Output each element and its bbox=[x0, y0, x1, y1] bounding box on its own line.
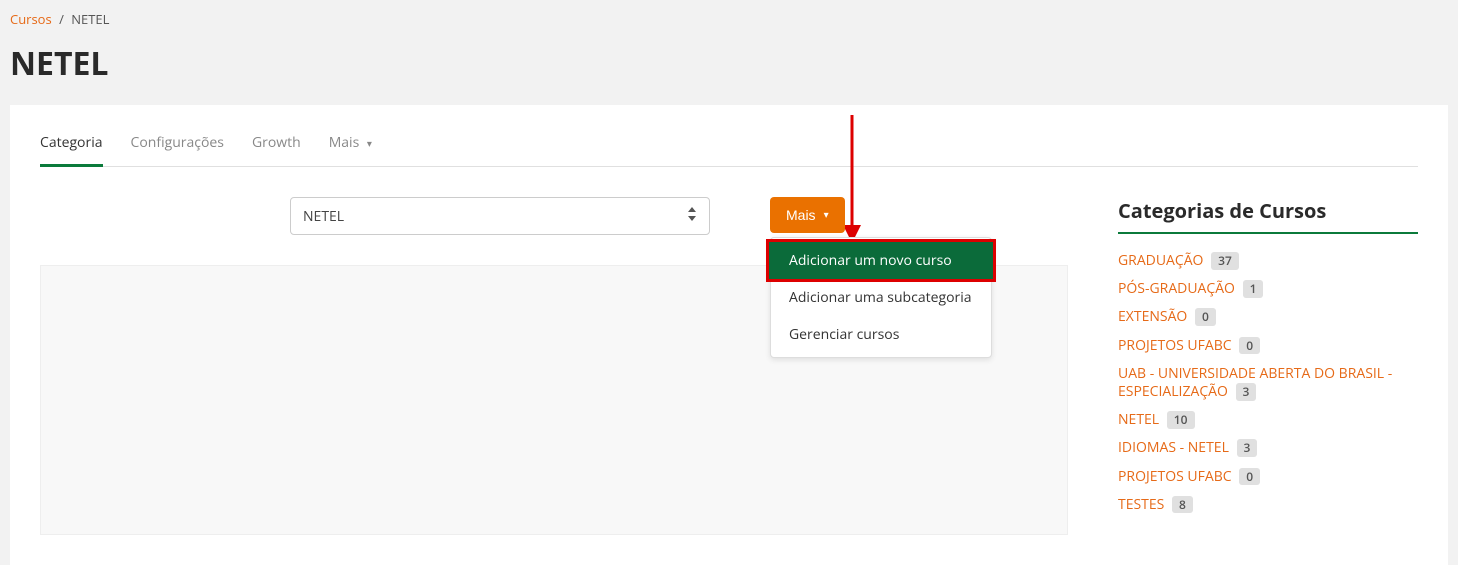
breadcrumb-separator: / bbox=[55, 10, 68, 28]
breadcrumb-parent-link[interactable]: Cursos bbox=[10, 10, 52, 28]
tab-growth[interactable]: Growth bbox=[252, 125, 301, 167]
count-badge: 1 bbox=[1243, 280, 1264, 298]
list-item: IDIOMAS - NETEL 3 bbox=[1118, 439, 1418, 457]
tab-configuracoes[interactable]: Configurações bbox=[131, 125, 224, 167]
category-link[interactable]: TESTES bbox=[1118, 495, 1164, 514]
list-item: PROJETOS UFABC 0 bbox=[1118, 468, 1418, 486]
category-link[interactable]: EXTENSÃO bbox=[1118, 307, 1187, 326]
breadcrumb-current: NETEL bbox=[71, 10, 109, 28]
count-badge: 0 bbox=[1239, 337, 1260, 355]
dropdown-item-gerenciar-cursos[interactable]: Gerenciar cursos bbox=[771, 316, 991, 353]
category-select[interactable]: NETEL bbox=[290, 197, 710, 235]
tab-mais-label: Mais bbox=[329, 133, 360, 152]
list-item: NETEL 10 bbox=[1118, 411, 1418, 429]
tab-mais[interactable]: Mais ▾ bbox=[329, 125, 372, 167]
category-link[interactable]: IDIOMAS - NETEL bbox=[1118, 438, 1229, 457]
list-item: PÓS-GRADUAÇÃO 1 bbox=[1118, 280, 1418, 298]
category-link[interactable]: PÓS-GRADUAÇÃO bbox=[1118, 279, 1235, 298]
mais-dropdown: Adicionar um novo curso Adicionar uma su… bbox=[770, 237, 992, 358]
count-badge: 3 bbox=[1237, 439, 1258, 457]
count-badge: 8 bbox=[1172, 496, 1193, 514]
chevron-down-icon: ▾ bbox=[367, 136, 372, 150]
mais-button[interactable]: Mais ▾ bbox=[770, 197, 845, 233]
page-title: NETEL bbox=[10, 42, 1448, 85]
breadcrumb: Cursos / NETEL bbox=[10, 8, 1448, 38]
list-item: EXTENSÃO 0 bbox=[1118, 308, 1418, 326]
count-badge: 0 bbox=[1195, 308, 1216, 326]
list-item: TESTES 8 bbox=[1118, 496, 1418, 514]
sidebar-title: Categorias de Cursos bbox=[1118, 197, 1418, 234]
count-badge: 0 bbox=[1239, 468, 1260, 486]
mais-button-label: Mais bbox=[786, 207, 816, 223]
list-item: GRADUAÇÃO 37 bbox=[1118, 252, 1418, 270]
category-link[interactable]: PROJETOS UFABC bbox=[1118, 336, 1232, 355]
category-select-value: NETEL bbox=[303, 207, 344, 226]
count-badge: 10 bbox=[1167, 411, 1195, 429]
sort-icon bbox=[687, 207, 697, 225]
tabs: Categoria Configurações Growth Mais ▾ bbox=[40, 125, 1418, 167]
list-item: PROJETOS UFABC 0 bbox=[1118, 337, 1418, 355]
list-item: UAB - UNIVERSIDADE ABERTA DO BRASIL - ES… bbox=[1118, 365, 1418, 401]
category-link[interactable]: NETEL bbox=[1118, 410, 1159, 429]
dropdown-item-adicionar-curso[interactable]: Adicionar um novo curso bbox=[769, 242, 993, 279]
main-panel: Categoria Configurações Growth Mais ▾ NE… bbox=[10, 105, 1448, 565]
tab-categoria[interactable]: Categoria bbox=[40, 125, 103, 167]
category-link[interactable]: GRADUAÇÃO bbox=[1118, 251, 1203, 270]
category-list: GRADUAÇÃO 37 PÓS-GRADUAÇÃO 1 EXTENSÃO 0 … bbox=[1118, 252, 1418, 514]
category-link[interactable]: PROJETOS UFABC bbox=[1118, 467, 1232, 486]
count-badge: 37 bbox=[1211, 252, 1239, 270]
chevron-down-icon: ▾ bbox=[824, 210, 829, 221]
count-badge: 3 bbox=[1236, 383, 1257, 401]
dropdown-item-adicionar-subcategoria[interactable]: Adicionar uma subcategoria bbox=[771, 279, 991, 316]
